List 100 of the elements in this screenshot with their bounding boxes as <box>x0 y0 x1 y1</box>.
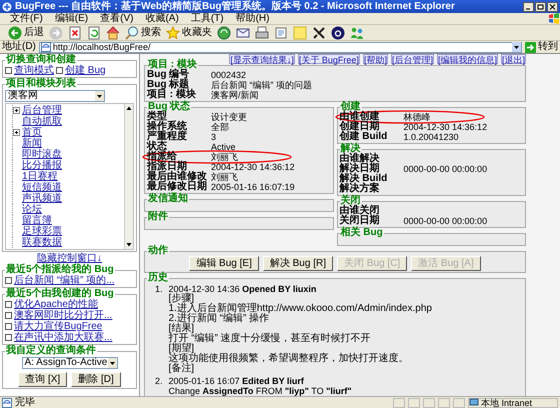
field-value: 2004-12-30 14:36:12 <box>404 122 488 132</box>
history-line: [期望] <box>168 344 194 354</box>
recent-bug-link[interactable]: 优化Apache的性能 <box>14 299 98 310</box>
action-button[interactable]: 编辑 Bug [E] <box>189 256 259 271</box>
checkbox[interactable] <box>56 67 63 74</box>
mail-icon[interactable] <box>236 26 250 40</box>
recent-bug-link[interactable]: 在声讯中添加大联赛... <box>14 332 112 343</box>
address-field[interactable]: http://localhost/BugFree/ <box>38 42 522 52</box>
recent-bug-link[interactable]: 请大力宣传BugFree <box>14 321 102 332</box>
home-icon[interactable] <box>106 26 120 40</box>
nav-link[interactable]: [显示查询结果↓] <box>229 54 295 64</box>
checkbox[interactable] <box>5 67 12 74</box>
module-link[interactable]: 联赛数据 <box>22 237 62 248</box>
close-icon[interactable] <box>547 2 558 12</box>
module-link[interactable]: 即时滚盘 <box>22 149 62 160</box>
checkbox[interactable] <box>5 334 12 341</box>
field-label: 最后修改日期 <box>147 182 208 192</box>
field-value: 后台新闻 “编辑” 项的问题 <box>211 80 313 90</box>
tool-icon[interactable] <box>312 26 326 40</box>
module-link[interactable]: 首页 <box>22 127 42 138</box>
switch-link[interactable]: 查询模式 <box>14 65 54 76</box>
scrollbar[interactable] <box>124 104 133 249</box>
group-legend: 项目 : 模块 <box>147 60 198 70</box>
history-line: Change AssignedTo FROM "liyp" TO "liurf" <box>168 386 352 396</box>
toolbar-button[interactable]: 后退 <box>8 26 44 40</box>
module-link[interactable]: 短信频道 <box>22 182 62 193</box>
nav-link[interactable]: [帮助] <box>362 54 388 64</box>
recent-bug-link[interactable]: 澳客网即时比分打开... <box>14 310 112 321</box>
expand-icon[interactable] <box>13 107 20 114</box>
status-pane <box>408 398 420 408</box>
stop-icon[interactable] <box>68 26 82 40</box>
menu-item[interactable]: 查看(V) <box>100 14 134 24</box>
field-label: 指派给 <box>147 152 177 162</box>
status-pane <box>393 398 405 408</box>
recent-bug-link[interactable]: 后台新闻 “编辑” 项的... <box>14 275 115 286</box>
module-link[interactable]: 声讯频道 <box>22 193 62 204</box>
menu-item[interactable]: 编辑(E) <box>54 14 88 24</box>
hide-panel-link[interactable]: 隐藏控制窗口↓ <box>37 253 102 264</box>
action-button[interactable]: 解决 Bug [R] <box>262 256 333 271</box>
address-label: 地址(D) <box>2 42 36 52</box>
field-value: 0000-00-00 00:00:00 <box>404 164 488 174</box>
scroll-down-icon[interactable] <box>125 241 133 249</box>
nav-link[interactable]: [后台管理] <box>390 54 434 64</box>
field-value: 3 <box>211 132 218 142</box>
toolbar-button[interactable]: 搜索 <box>125 26 161 40</box>
checkbox[interactable] <box>5 301 12 308</box>
menu-item[interactable]: 文件(F) <box>10 14 43 24</box>
printer-icon[interactable] <box>255 26 269 40</box>
history-header: 2005-01-16 16:07 Edited BY liurf <box>168 376 305 386</box>
entry-number: 2. <box>155 376 163 388</box>
group-legend: 动作 <box>147 246 169 256</box>
nav-link[interactable]: [关于 BugFree] <box>298 54 360 64</box>
field-value: 2004-12-30 14:36:12 <box>211 162 296 172</box>
minimize-icon[interactable] <box>523 2 534 12</box>
module-link[interactable]: 留言簿 <box>22 215 52 226</box>
checkbox[interactable] <box>5 323 12 330</box>
field-label: 操作系统 <box>147 122 188 132</box>
people-icon[interactable] <box>350 26 364 40</box>
round-logo-icon[interactable] <box>331 26 345 40</box>
document-icon[interactable] <box>274 26 288 40</box>
menu-item[interactable]: 收藏(A) <box>145 14 179 24</box>
field-label: 项目 : 模块 <box>147 90 197 100</box>
group-legend: 我自定义的查询条件 <box>5 346 97 356</box>
search-icon <box>125 26 139 40</box>
query-button[interactable]: 删除 [D] <box>71 372 121 387</box>
dropdown-field[interactable]: A: AssignTo-Active <box>22 357 118 369</box>
scroll-up-icon[interactable] <box>125 104 133 112</box>
windows-flag-icon <box>548 13 560 24</box>
network-icon <box>469 398 479 407</box>
menu-item[interactable]: 工具(T) <box>190 14 224 24</box>
go-button[interactable]: 转到 <box>525 42 558 52</box>
dropdown-field[interactable]: 澳客网 <box>5 90 105 102</box>
star-icon <box>166 26 180 40</box>
maximize-icon[interactable] <box>535 2 546 12</box>
module-link[interactable]: 自动抓取 <box>22 116 62 127</box>
checkbox[interactable] <box>5 312 12 319</box>
history-line: 打开 “编辑” 速度十分缓慢，甚至有时候打不开 <box>168 334 372 344</box>
group-legend: 历史 <box>147 273 169 283</box>
menu-item[interactable]: 帮助(H) <box>236 14 270 24</box>
module-link[interactable]: 1日赛程 <box>22 171 58 182</box>
module-link[interactable]: 后台管理 <box>22 105 62 116</box>
field-label: 关闭日期 <box>340 216 380 226</box>
query-button[interactable]: 查询 [X] <box>18 372 68 387</box>
nav-link[interactable]: [编辑我的信息] <box>436 54 498 64</box>
nav-link[interactable]: [退出] <box>500 54 526 64</box>
media-icon[interactable] <box>217 26 231 40</box>
module-link[interactable]: 比分播报 <box>22 160 62 171</box>
history-line: 1.进入后台新闻管理http://www.okooo.com/Admin/index.php <box>168 304 432 314</box>
field-value: Active <box>211 142 237 152</box>
checkbox[interactable] <box>5 277 12 284</box>
module-link[interactable]: 足球彩票 <box>22 226 62 237</box>
field-label: 状态 <box>147 142 167 152</box>
toolbar-button[interactable]: 收藏夹 <box>166 26 212 40</box>
field-value: 2005-01-16 16:07:19 <box>211 182 296 192</box>
expand-icon[interactable] <box>13 129 20 136</box>
switch-link[interactable]: 创建 Bug <box>65 65 106 76</box>
module-link[interactable]: 新闻 <box>22 138 42 149</box>
field-label: Bug 编号 <box>147 70 190 80</box>
module-link[interactable]: 论坛 <box>22 204 42 215</box>
refresh-icon[interactable] <box>87 26 101 40</box>
